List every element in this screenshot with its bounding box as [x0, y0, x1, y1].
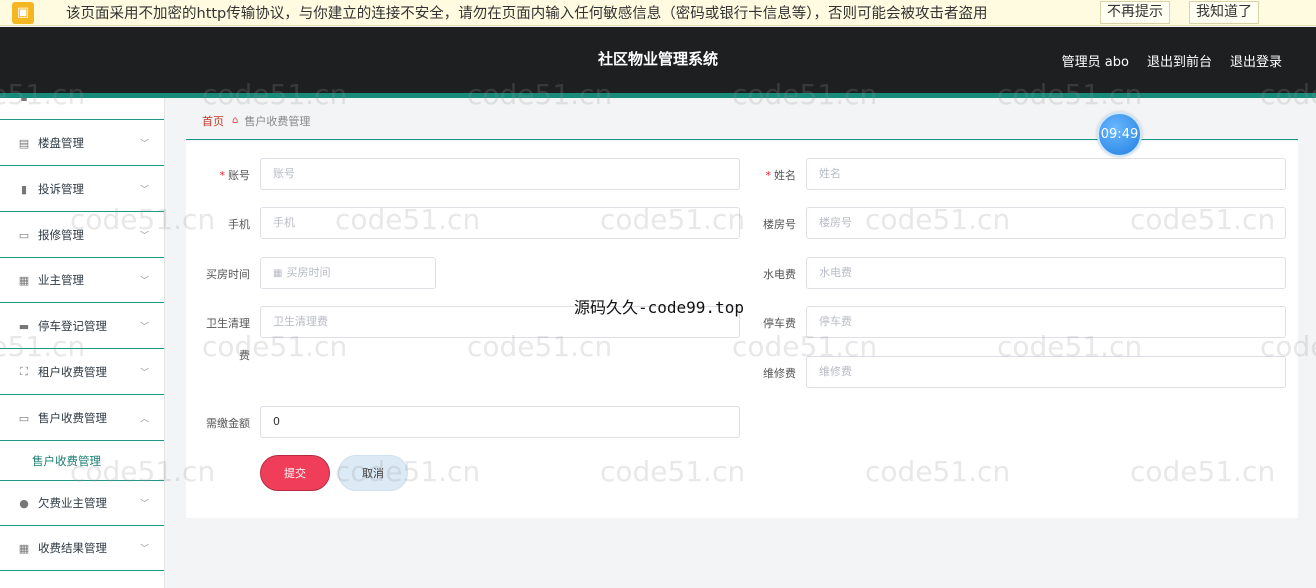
current-user[interactable]: 管理员 abo — [1062, 51, 1129, 70]
comment-icon: ▬ — [18, 319, 30, 333]
sidebar-item-results[interactable]: ▦ 收费结果管理 ﹀ — [0, 526, 164, 571]
chevron-down-icon: ﹀ — [139, 544, 149, 555]
frontend-link[interactable]: 退出到前台 — [1147, 51, 1212, 70]
sidebar-item-label: 投诉管理 — [38, 182, 84, 196]
apps-icon: ▦ — [18, 541, 30, 555]
cancel-button[interactable]: 取消 — [338, 455, 408, 491]
name-label: * 姓名 — [765, 169, 797, 182]
calendar-icon: ▦ — [273, 268, 283, 279]
card-icon: ▭ — [18, 411, 30, 425]
chevron-down-icon: ﹀ — [139, 499, 149, 510]
name-input[interactable]: 姓名 — [806, 158, 1286, 190]
sidebar-item-label: 停车登记管理 — [38, 319, 107, 333]
sidebar-item-complaints[interactable]: ▮ 投诉管理 ﹀ — [0, 167, 164, 212]
sidebar-subitem-label: 售户收费管理 — [32, 453, 101, 468]
sidebar-item-arrears[interactable]: ● 欠费业主管理 ﹀ — [0, 481, 164, 526]
expand-icon: ⛶ — [20, 365, 28, 378]
sidebar-item-tenant-fees[interactable]: ⛶ 租户收费管理 ﹀ — [0, 350, 164, 395]
buy-time-datepicker[interactable]: ▦ 买房时间 — [260, 257, 436, 289]
acknowledge-warning-button[interactable]: 我知道了 — [1189, 1, 1259, 24]
home-icon: ⌂ — [232, 115, 239, 126]
utilities-label: 水电费 — [763, 268, 796, 281]
overlay-text: 源码久久-code99.top — [574, 298, 744, 317]
submit-button[interactable]: 提交 — [260, 455, 330, 491]
warning-text: 该页面采用不加密的http传输协议，与你建立的连接不安全，请勿在页面内输入任何敏… — [66, 6, 988, 22]
timer-badge[interactable]: 09:49 — [1097, 112, 1142, 157]
sidebar-item-parking[interactable]: ▬ 停车登记管理 ﹀ — [0, 304, 164, 349]
security-warning-bar: ▣ 该页面采用不加密的http传输协议，与你建立的连接不安全，请勿在页面内输入任… — [0, 0, 1316, 26]
sidebar-item-hidden[interactable]: ▪ — [0, 98, 164, 120]
grid-icon: ▦ — [18, 273, 30, 287]
parking-input[interactable]: 停车费 — [806, 306, 1286, 338]
user-icon: ● — [19, 496, 29, 510]
chevron-down-icon: ﹀ — [139, 322, 149, 333]
amount-label: 需缴金额 — [206, 417, 250, 430]
header-accent-line — [0, 93, 1316, 98]
folder-icon: ▣ — [12, 1, 34, 24]
amount-input[interactable]: 0 — [260, 406, 740, 438]
account-input[interactable]: 账号 — [260, 158, 740, 190]
sidebar-item-label: 售户收费管理 — [38, 411, 107, 425]
repair-label: 维修费 — [763, 367, 796, 380]
logout-link[interactable]: 退出登录 — [1230, 51, 1282, 70]
top-header: 社区物业管理系统 管理员 abo 退出到前台 退出登录 — [0, 27, 1316, 93]
chevron-down-icon: ﹀ — [139, 185, 149, 196]
buy-time-label: 买房时间 — [206, 268, 250, 281]
room-label: 楼房号 — [763, 218, 796, 231]
clipboard-icon: ▪ — [18, 98, 30, 104]
phone-input[interactable]: 手机 — [260, 207, 740, 239]
sidebar-item-label: 楼盘管理 — [38, 136, 84, 150]
chevron-down-icon: ﹀ — [139, 368, 149, 379]
fee-form-card: * 账号 账号 * 姓名 姓名 手机 手机 楼房号 楼房号 买房时间 ▦ 买房时间 水… — [186, 141, 1298, 518]
chevron-down-icon: ﹀ — [139, 231, 149, 242]
account-label: * 账号 — [219, 169, 251, 182]
sidebar-item-property[interactable]: ▤ 楼盘管理 ﹀ — [0, 121, 164, 166]
repair-input[interactable]: 维修费 — [806, 356, 1286, 388]
sidebar-item-label: 收费结果管理 — [38, 541, 107, 555]
sanitation-label-cont: 费 — [239, 349, 250, 362]
sidebar-item-repairs[interactable]: ▭ 报修管理 ﹀ — [0, 213, 164, 258]
chat-icon: ▭ — [18, 228, 30, 242]
room-input[interactable]: 楼房号 — [806, 207, 1286, 239]
sidebar-item-owners[interactable]: ▦ 业主管理 ﹀ — [0, 258, 164, 303]
breadcrumb-home[interactable]: 首页 — [202, 113, 224, 129]
sidebar-item-label: 业主管理 — [38, 273, 84, 287]
sidebar-item-label: 报修管理 — [38, 228, 84, 242]
sidebar-item-sale-fees[interactable]: ▭ 售户收费管理 ︿ — [0, 396, 164, 441]
breadcrumb-current: 售户收费管理 — [244, 114, 311, 128]
chevron-down-icon: ﹀ — [139, 276, 149, 287]
phone-label: 手机 — [228, 218, 250, 231]
chevron-down-icon: ﹀ — [139, 139, 149, 150]
sidebar-item-label: 欠费业主管理 — [38, 496, 107, 510]
bar-chart-icon: ▮ — [20, 182, 28, 196]
utilities-input[interactable]: 水电费 — [806, 257, 1286, 289]
chevron-up-icon: ︿ — [139, 414, 149, 425]
sidebar-item-label: 租户收费管理 — [38, 365, 107, 379]
parking-label: 停车费 — [763, 317, 796, 330]
sidebar: ▪ ▤ 楼盘管理 ﹀ ▮ 投诉管理 ﹀ ▭ 报修管理 ﹀ ▦ 业主管理 ﹀ ▬ … — [0, 98, 165, 588]
dismiss-warning-button[interactable]: 不再提示 — [1100, 1, 1170, 24]
sidebar-subitem-sale-fees[interactable]: 售户收费管理 — [0, 441, 164, 481]
clipboard-icon: ▤ — [18, 136, 30, 150]
sanitation-label: 卫生清理 — [206, 317, 250, 330]
